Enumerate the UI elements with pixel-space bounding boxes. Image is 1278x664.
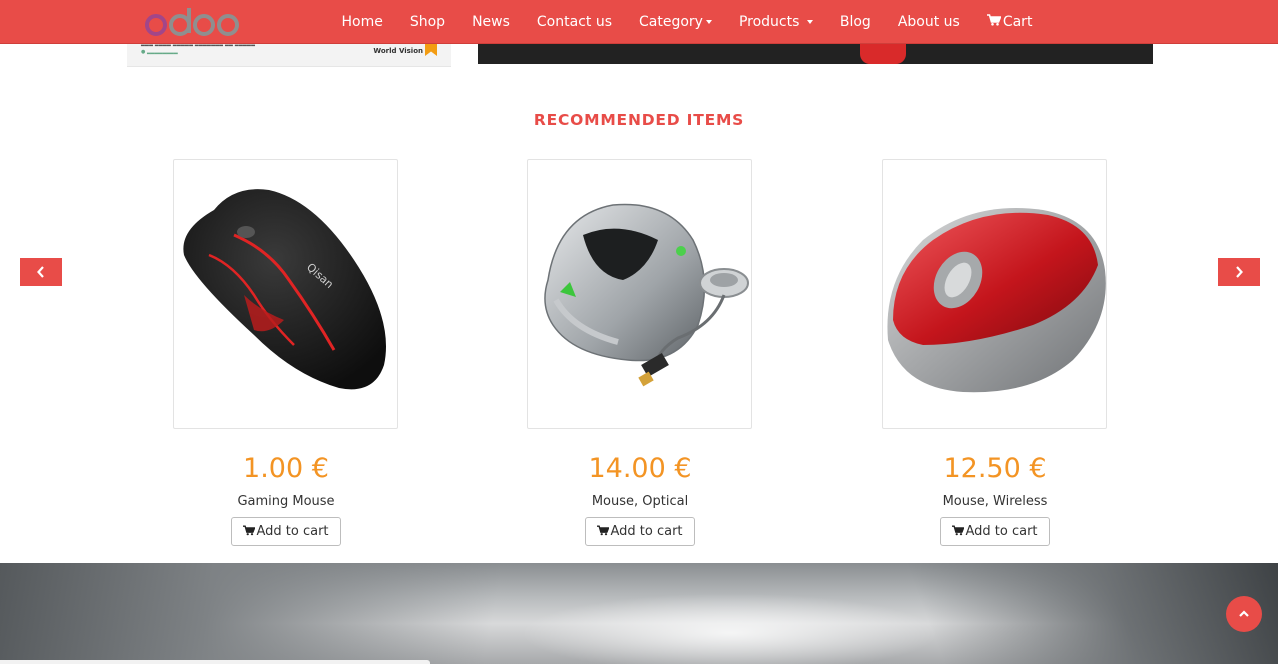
- wireless-mouse-image: [887, 208, 1106, 393]
- product-card: 12.50 € Mouse, Wireless Add to cart: [882, 159, 1108, 546]
- nav-products-dropdown[interactable]: Products: [725, 0, 826, 44]
- odoo-logo-icon: [145, 8, 239, 36]
- nav-cart-label: Cart: [1002, 14, 1033, 30]
- product-card: 14.00 € Mouse, Optical Add to cart: [527, 159, 753, 546]
- nav-shop[interactable]: Shop: [396, 0, 458, 44]
- hero-bottom-strip: [0, 660, 430, 664]
- banner-fine-print-2: ● ▂▂▂▂▂▂▂▂: [141, 49, 178, 55]
- product-name[interactable]: Gaming Mouse: [173, 492, 399, 512]
- cart-icon: [597, 525, 610, 536]
- nav-cart[interactable]: Cart: [973, 0, 1046, 44]
- nav-blog-label: Blog: [839, 14, 871, 30]
- mountain-hero-image: [0, 563, 1278, 664]
- nav-news-label: News: [472, 14, 510, 30]
- nav-home-label: Home: [341, 14, 383, 30]
- nav-about-label: About us: [897, 14, 960, 30]
- back-to-top-button[interactable]: [1226, 596, 1262, 632]
- chevron-right-icon: [1236, 266, 1243, 278]
- add-to-cart-button[interactable]: Add to cart: [585, 517, 695, 546]
- nav-category-dropdown[interactable]: Category: [626, 0, 726, 44]
- caret-down-icon: [806, 20, 813, 24]
- product-image[interactable]: [882, 159, 1107, 429]
- product-name[interactable]: Mouse, Optical: [527, 492, 753, 512]
- carousel-next-button[interactable]: [1218, 258, 1260, 286]
- product-image[interactable]: [527, 159, 752, 429]
- cart-icon: [986, 14, 1001, 26]
- add-to-cart-label: Add to cart: [965, 524, 1038, 539]
- add-to-cart-button[interactable]: Add to cart: [231, 517, 341, 546]
- product-price: 12.50 €: [943, 453, 1047, 484]
- chevron-up-icon: [1239, 610, 1249, 617]
- add-to-cart-label: Add to cart: [256, 524, 329, 539]
- chevron-left-icon: [37, 266, 44, 278]
- main-menu: Home Shop News Contact us Category Produ…: [328, 0, 1046, 44]
- nav-blog[interactable]: Blog: [826, 0, 884, 44]
- nav-about-us[interactable]: About us: [884, 0, 973, 44]
- product-card: Qisan 1.00 € Gaming Mouse Add to cart: [173, 159, 399, 546]
- optical-mouse-image: [544, 203, 749, 387]
- add-to-cart-button[interactable]: Add to cart: [940, 517, 1050, 546]
- hero-rock-right: [820, 563, 1278, 664]
- product-name[interactable]: Mouse, Wireless: [882, 492, 1108, 512]
- nav-shop-label: Shop: [409, 14, 446, 30]
- nav-products-label: Products: [738, 14, 800, 30]
- nav-category-label: Category: [639, 14, 703, 30]
- nav-news[interactable]: News: [459, 0, 524, 44]
- product-price: 1.00 €: [243, 453, 329, 484]
- recommended-items-title: RECOMMENDED ITEMS: [533, 111, 745, 129]
- nav-contact-label: Contact us: [536, 14, 612, 30]
- banner-brand: World Vision: [373, 47, 423, 55]
- nav-home[interactable]: Home: [328, 0, 396, 44]
- gaming-mouse-image: Qisan: [183, 189, 386, 390]
- product-price: 14.00 €: [588, 453, 692, 484]
- carousel-prev-button[interactable]: [20, 258, 62, 286]
- caret-down-icon: [705, 20, 712, 24]
- add-to-cart-label: Add to cart: [610, 524, 683, 539]
- cart-icon: [243, 525, 256, 536]
- odoo-logo[interactable]: [143, 6, 243, 38]
- cart-icon: [952, 525, 965, 536]
- nav-contact-us[interactable]: Contact us: [523, 0, 625, 44]
- product-image[interactable]: Qisan: [173, 159, 398, 429]
- top-navbar: Home Shop News Contact us Category Produ…: [0, 0, 1278, 44]
